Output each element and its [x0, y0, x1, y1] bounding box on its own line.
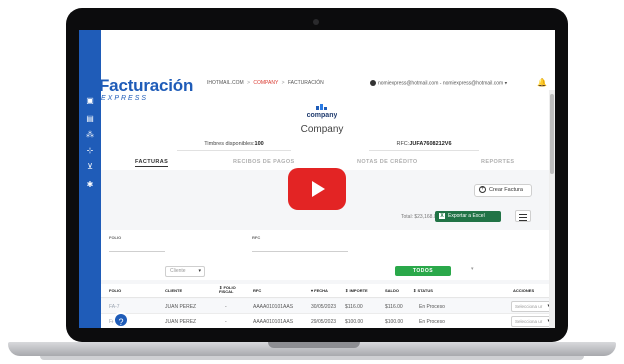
menu-icon[interactable]	[515, 210, 531, 222]
cell-fecha: 30/05/2023	[311, 304, 337, 310]
cell-cliente: JUAN PEREZ	[165, 319, 197, 325]
breadcrumb: IHOTMAIL.COM > COMPANY > FACTURACIÓN	[207, 80, 324, 86]
create-invoice-label: Crear Factura	[489, 187, 523, 193]
rfc-label: RFC:	[396, 141, 410, 147]
video-play-button[interactable]	[288, 168, 346, 210]
sort-icon: ⇕	[345, 288, 349, 293]
col-folio-fiscal-label: FOLIO FISCAL	[219, 285, 236, 294]
laptop-base-shadow	[40, 356, 584, 360]
breadcrumb-separator: >	[247, 80, 250, 86]
chevron-down-icon[interactable]: ▾	[471, 266, 474, 272]
cell-status: En Proceso	[419, 319, 445, 325]
cell-folio-fiscal: -	[225, 304, 227, 310]
rfc-info: RFC:JUFA7608212V6	[369, 139, 479, 151]
create-invoice-button[interactable]: + Crear Factura	[474, 184, 532, 197]
breadcrumb-item-company[interactable]: COMPANY	[253, 80, 278, 86]
acciones-select[interactable]: Selecciona ur▾	[511, 301, 553, 312]
sort-desc-icon: ▾	[311, 288, 314, 293]
tab-notas-de-credito[interactable]: NOTAS DE CRÉDITO	[357, 159, 418, 165]
export-excel-button[interactable]: X Exportar a Excel	[435, 211, 501, 222]
timbres-value: 100	[254, 141, 264, 147]
col-importe[interactable]: ⇕ IMPORTE	[345, 288, 368, 293]
cliente-select-value: Cliente	[170, 268, 186, 274]
user-menu[interactable]: nomiexpress@hotmail.com - nomiexpress@ho…	[370, 80, 507, 86]
tab-facturas[interactable]: FACTURAS	[135, 159, 169, 167]
cell-rfc: AAAA010101AAS	[253, 304, 294, 310]
col-saldo[interactable]: SALDO	[385, 288, 399, 293]
users-icon[interactable]: ⁂	[85, 130, 95, 140]
col-fecha[interactable]: ▾ FECHA	[311, 288, 328, 293]
plus-icon: +	[479, 186, 486, 194]
status-filter-todos[interactable]: TODOS	[395, 266, 451, 276]
document-icon[interactable]: ▤	[85, 114, 95, 124]
cart-icon[interactable]: ⊻	[85, 162, 95, 172]
col-folio[interactable]: FOLIO	[109, 288, 121, 293]
scrollbar-thumb[interactable]	[550, 94, 554, 174]
export-excel-label: Exportar a Excel	[448, 213, 485, 219]
cell-status: En Proceso	[419, 304, 445, 310]
table-row[interactable]: FA-7 JUAN PEREZ - AAAA010101AAS 30/05/20…	[101, 299, 553, 314]
help-icon[interactable]: ?	[113, 312, 129, 328]
col-cliente[interactable]: CLIENTE	[165, 288, 182, 293]
acciones-select[interactable]: Selecciona ur▾	[511, 316, 553, 327]
cell-saldo: $100.00	[385, 319, 404, 325]
sort-icon: ⇕	[413, 288, 417, 293]
folio-filter-input[interactable]	[109, 251, 165, 252]
sidebar: ▣ ▤ ⁂ ⊹ ⊻ ✱	[79, 30, 101, 328]
play-icon	[312, 181, 325, 197]
total-amount: Total: $23,168.00	[401, 214, 440, 220]
app-logo-subtitle: EXPRESS	[101, 95, 149, 102]
timbres-info: Timbres disponibles:100	[177, 139, 291, 151]
rfc-filter-label: RFC	[252, 235, 261, 240]
app-screen: ▣ ▤ ⁂ ⊹ ⊻ ✱ Facturación EXPRESS IHOTMAIL…	[79, 30, 555, 328]
tab-recibos-de-pagos[interactable]: RECIBOS DE PAGOS	[233, 159, 295, 165]
acciones-select-value: Selecciona ur	[515, 319, 543, 324]
timbres-label: Timbres disponibles:	[204, 141, 255, 147]
col-importe-label: IMPORTE	[349, 288, 368, 293]
chevron-down-icon: ▾	[198, 268, 201, 274]
col-acciones: ACCIONES	[513, 288, 535, 293]
camera-icon	[313, 19, 319, 25]
user-menu-label: nomiexpress@hotmail.com - nomiexpress@ho…	[378, 80, 508, 87]
cell-importe: $116.00	[345, 304, 363, 310]
table-row[interactable]: FA-6 JUAN PEREZ - AAAA010101AAS 29/05/20…	[101, 314, 553, 328]
home-icon[interactable]: ▣	[85, 96, 95, 106]
table-header: FOLIO CLIENTE ⇕ FOLIO FISCAL RFC ▾ FECHA…	[101, 284, 549, 298]
excel-icon: X	[439, 212, 445, 219]
folio-filter-label: FOLIO	[109, 235, 122, 240]
acciones-select-value: Selecciona ur	[515, 304, 543, 309]
cell-folio-fiscal: -	[225, 319, 227, 325]
rfc-filter-input[interactable]	[252, 251, 348, 252]
tab-reportes[interactable]: REPORTES	[481, 159, 514, 165]
cell-fecha: 29/05/2023	[311, 319, 337, 325]
breadcrumb-item-facturacion: FACTURACIÓN	[287, 80, 324, 86]
cell-saldo: $116.00	[385, 304, 403, 310]
breadcrumb-separator: >	[281, 80, 285, 86]
breadcrumb-item-account[interactable]: IHOTMAIL.COM	[207, 80, 244, 86]
company-logo: company	[307, 104, 337, 119]
logo-bars-icon	[85, 82, 97, 94]
company-logo-text: company	[307, 112, 337, 119]
col-folio-fiscal[interactable]: ⇕ FOLIO FISCAL	[219, 286, 237, 294]
cell-folio: FA-7	[109, 304, 120, 310]
company-name: Company	[300, 124, 344, 135]
col-fecha-label: FECHA	[314, 288, 328, 293]
app-logo-title: Facturación	[99, 76, 194, 95]
cell-cliente: JUAN PEREZ	[165, 304, 197, 310]
cell-rfc: AAAA010101AAS	[253, 319, 294, 325]
col-status-label: STATUS	[417, 288, 433, 293]
cell-importe: $100.00	[345, 319, 364, 325]
col-rfc[interactable]: RFC	[253, 288, 261, 293]
bell-icon[interactable]: 🔔	[537, 78, 547, 87]
laptop-mockup: ▣ ▤ ⁂ ⊹ ⊻ ✱ Facturación EXPRESS IHOTMAIL…	[0, 0, 624, 364]
gear-icon[interactable]: ✱	[85, 180, 95, 190]
rfc-value: JUFA7608212V6	[409, 141, 452, 147]
laptop-base-notch	[268, 342, 360, 348]
user-icon	[370, 80, 376, 86]
org-chart-icon[interactable]: ⊹	[85, 146, 95, 156]
cliente-select[interactable]: Cliente ▾	[165, 266, 205, 277]
col-status[interactable]: ⇕ STATUS	[413, 288, 433, 293]
